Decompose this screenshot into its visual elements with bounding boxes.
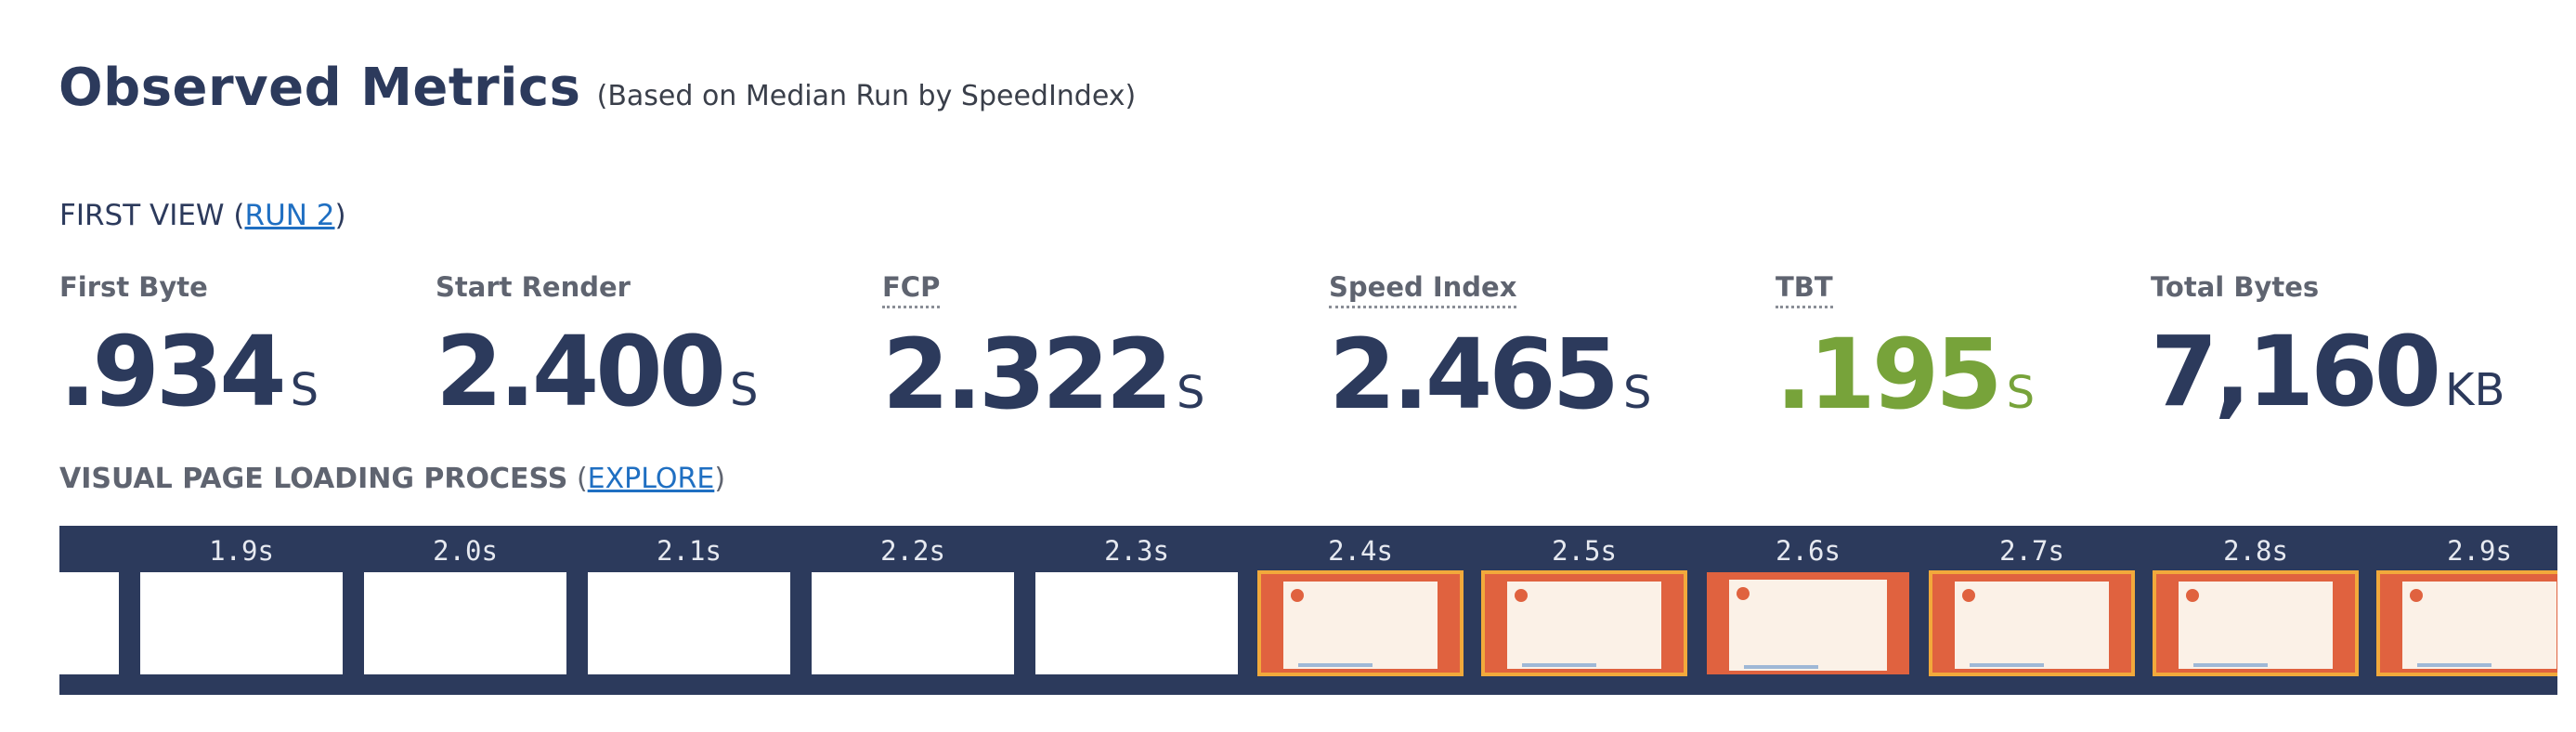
filmstrip-frame[interactable]: 2.3s [1034, 526, 1240, 695]
metric-unit: S [1622, 367, 1652, 419]
content-bar [1744, 665, 1818, 669]
metric-value: .934 [59, 315, 287, 428]
metric-label-speed-index[interactable]: Speed Index [1329, 271, 1517, 308]
filmstrip-frame[interactable]: 1.9s [138, 526, 345, 695]
visual-progress-label: VISUAL PAGE LOADING PROCESS [59, 463, 568, 495]
logo-icon [1962, 589, 1975, 602]
frame-time-label: 2.5s [1552, 535, 1617, 567]
filmstrip-frame[interactable]: 2.4s [1257, 526, 1464, 695]
frame-time-label: 1.9s [209, 535, 274, 567]
content-bar [2417, 663, 2491, 667]
frame-time-label: 2.4s [1328, 535, 1393, 567]
frame-time-label: 2.6s [1776, 535, 1841, 567]
metric-fcp: FCP 2.322 S [882, 271, 1204, 431]
frame-thumbnail[interactable] [2376, 570, 2557, 676]
metric-tbt: TBT .195 S [1776, 271, 2035, 431]
metric-start-render: Start Render 2.400 S [436, 271, 758, 428]
frame-thumbnail[interactable] [810, 570, 1016, 676]
first-view-suffix: ) [334, 199, 346, 232]
filmstrip-frame[interactable]: 2.5s [1481, 526, 1687, 695]
metric-speed-index: Speed Index 2.465 S [1329, 271, 1651, 431]
page-preview [2179, 582, 2333, 669]
filmstrip[interactable]: 1.8s 1.9s 2.0s 2.1s 2.2s 2.3s 2.4s 2.5s 2.6s 2.7s… [59, 526, 2557, 695]
content-bar [1522, 663, 1596, 667]
page-preview [2402, 582, 2556, 669]
metric-value: 2.322 [882, 318, 1173, 431]
logo-icon [1737, 587, 1750, 600]
content-bar [1298, 663, 1373, 667]
logo-icon [2186, 589, 2199, 602]
frame-thumbnail[interactable] [1705, 570, 1911, 676]
metric-label-fcp[interactable]: FCP [882, 271, 941, 308]
frame-time-label: 2.9s [2447, 535, 2512, 567]
first-view-prefix: FIRST VIEW ( [59, 199, 245, 232]
filmstrip-frame[interactable]: 2.8s [2153, 526, 2359, 695]
metric-value: 7,160 [2151, 315, 2441, 428]
visual-progress-heading: VISUAL PAGE LOADING PROCESS (EXPLORE) [59, 463, 725, 495]
metric-label-tbt[interactable]: TBT [1776, 271, 1833, 308]
frame-thumbnail[interactable] [1481, 570, 1687, 676]
frame-thumbnail[interactable] [362, 570, 568, 676]
logo-icon [1515, 589, 1528, 602]
content-bar [2193, 663, 2268, 667]
metric-total-bytes: Total Bytes 7,160 KB [2151, 271, 2504, 428]
metric-value: .195 [1776, 318, 2003, 431]
frame-time-label: 2.2s [880, 535, 945, 567]
paren-close: ) [714, 463, 726, 495]
frame-thumbnail[interactable] [1929, 570, 2135, 676]
page-title: Observed Metrics [59, 58, 581, 118]
logo-icon [2410, 589, 2423, 602]
content-bar [1970, 663, 2044, 667]
filmstrip-frame[interactable]: 2.1s [586, 526, 792, 695]
run-link[interactable]: RUN 2 [245, 199, 335, 232]
first-view-heading: FIRST VIEW (RUN 2) [59, 199, 346, 232]
frame-time-label: 2.0s [433, 535, 498, 567]
metric-unit: S [290, 364, 319, 416]
filmstrip-frame[interactable]: 1.8s [59, 526, 121, 695]
frame-thumbnail[interactable] [59, 570, 121, 676]
page-preview [1729, 580, 1887, 671]
metric-unit: S [1176, 367, 1205, 419]
page-preview [1955, 582, 2109, 669]
metrics-header: Observed Metrics (Based on Median Run by… [59, 58, 1136, 118]
frame-time-label: 2.1s [657, 535, 722, 567]
metric-unit: S [2006, 367, 2036, 419]
frame-time-label: 1.8s [59, 535, 121, 567]
metric-value: 2.465 [1329, 318, 1620, 431]
filmstrip-frame[interactable]: 2.2s [810, 526, 1016, 695]
page-preview [1507, 582, 1661, 669]
frame-thumbnail[interactable] [1034, 570, 1240, 676]
frame-thumbnail[interactable] [2153, 570, 2359, 676]
filmstrip-frame[interactable]: 2.0s [362, 526, 568, 695]
frame-time-label: 2.3s [1104, 535, 1169, 567]
metric-value: 2.400 [436, 315, 726, 428]
page-subtitle: (Based on Median Run by SpeedIndex) [596, 80, 1137, 112]
frame-thumbnail[interactable] [1257, 570, 1464, 676]
metric-first-byte: First Byte .934 S [59, 271, 319, 428]
filmstrip-frame[interactable]: 2.6s [1705, 526, 1911, 695]
paren-open: ( [576, 463, 588, 495]
page-preview [1283, 582, 1438, 669]
metric-label: First Byte [59, 271, 208, 303]
frame-thumbnail[interactable] [586, 570, 792, 676]
frame-time-label: 2.8s [2223, 535, 2288, 567]
frame-thumbnail[interactable] [138, 570, 345, 676]
metric-unit: KB [2444, 364, 2505, 416]
filmstrip-frame[interactable]: 2.7s [1929, 526, 2135, 695]
metric-label: Start Render [436, 271, 631, 303]
metric-unit: S [729, 364, 759, 416]
filmstrip-frame[interactable]: 2.9s [2376, 526, 2557, 695]
frame-time-label: 2.7s [1999, 535, 2064, 567]
metric-label: Total Bytes [2151, 271, 2320, 303]
logo-icon [1291, 589, 1304, 602]
explore-link[interactable]: EXPLORE [588, 463, 715, 495]
